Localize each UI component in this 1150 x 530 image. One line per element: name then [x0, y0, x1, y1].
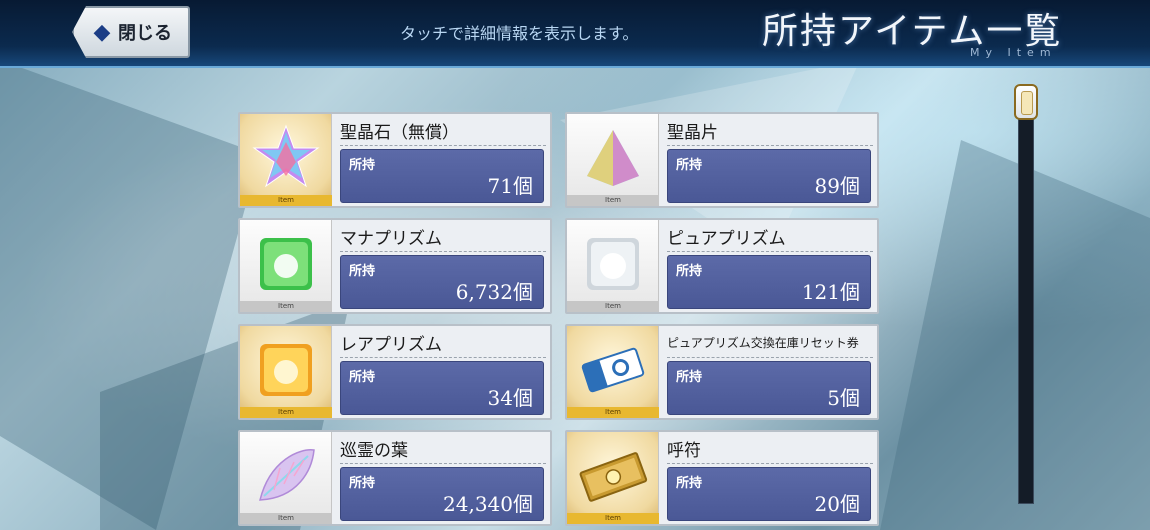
item-thumbnail: Item	[567, 432, 659, 524]
item-tag: Item	[240, 513, 332, 524]
item-name: 巡霊の葉	[340, 441, 408, 461]
scrollbar-track[interactable]	[1018, 90, 1034, 504]
count-label: 所持	[349, 476, 376, 491]
count-box: 所持 24,340個	[340, 467, 544, 521]
item-card[interactable]: Item ピュアプリズム 所持 121個	[565, 218, 879, 314]
header-bar: ◆ 閉じる タッチで詳細情報を表示します。 所持アイテム一覧 My Item	[0, 0, 1150, 68]
item-name: ピュアプリズム交換在庫リセット券	[667, 336, 859, 350]
close-button[interactable]: ◆ 閉じる	[72, 6, 190, 58]
item-tag: Item	[240, 195, 332, 206]
item-thumbnail: Item	[567, 114, 659, 206]
spirit-leaf-icon	[259, 449, 315, 501]
count-value: 20個	[814, 492, 860, 516]
count-label: 所持	[676, 370, 703, 385]
item-name: 聖晶石（無償）	[340, 123, 459, 143]
count-box: 所持 34個	[340, 361, 544, 415]
item-name: マナプリズム	[340, 229, 442, 249]
divider	[340, 463, 546, 464]
count-label: 所持	[676, 158, 703, 173]
count-value: 24,340個	[443, 492, 533, 516]
count-label: 所持	[349, 158, 376, 173]
hint-text: タッチで詳細情報を表示します。	[400, 24, 639, 43]
count-box: 所持 6,732個	[340, 255, 544, 309]
count-label: 所持	[349, 264, 376, 279]
divider	[340, 145, 546, 146]
count-value: 34個	[487, 386, 533, 410]
count-value: 6,732個	[455, 280, 533, 304]
divider	[667, 357, 873, 358]
divider	[667, 251, 873, 252]
count-value: 89個	[814, 174, 860, 198]
background-shard	[880, 140, 1150, 530]
scrollbar-thumb[interactable]	[1014, 84, 1038, 120]
item-thumbnail: Item	[240, 220, 332, 312]
item-tag: Item	[567, 195, 659, 206]
item-card[interactable]: Item ピュアプリズム交換在庫リセット券 所持 5個	[565, 324, 879, 420]
item-thumbnail: Item	[240, 114, 332, 206]
item-tag: Item	[567, 301, 659, 312]
divider	[667, 463, 873, 464]
count-box: 所持 20個	[667, 467, 871, 521]
item-thumbnail: Item	[240, 432, 332, 524]
item-thumbnail: Item	[240, 326, 332, 418]
count-box: 所持 71個	[340, 149, 544, 203]
item-thumbnail: Item	[567, 220, 659, 312]
quartz-fragment-icon	[587, 130, 639, 186]
diamond-arrow-icon: ◆	[93, 19, 111, 45]
item-name: 聖晶片	[667, 123, 718, 143]
count-box: 所持 5個	[667, 361, 871, 415]
item-tag: Item	[240, 301, 332, 312]
summon-ticket-icon	[579, 452, 648, 502]
count-value: 71個	[487, 174, 533, 198]
count-value: 121個	[801, 280, 860, 304]
item-tag: Item	[240, 407, 332, 418]
count-box: 所持 121個	[667, 255, 871, 309]
divider	[340, 251, 546, 252]
count-label: 所持	[349, 370, 376, 385]
reset-ticket-icon	[581, 347, 645, 393]
item-name: レアプリズム	[340, 335, 442, 355]
item-card[interactable]: Item 聖晶片 所持 89個	[565, 112, 879, 208]
item-card[interactable]: Item 巡霊の葉 所持 24,340個	[238, 430, 552, 526]
item-card[interactable]: Item 呼符 所持 20個	[565, 430, 879, 526]
item-name: ピュアプリズム	[667, 229, 786, 249]
pure-prism-icon	[587, 238, 639, 290]
count-label: 所持	[676, 476, 703, 491]
page-subtitle: My Item	[970, 46, 1057, 59]
item-thumbnail: Item	[567, 326, 659, 418]
item-card[interactable]: Item レアプリズム 所持 34個	[238, 324, 552, 420]
count-box: 所持 89個	[667, 149, 871, 203]
item-card[interactable]: Item 聖晶石（無償） 所持 71個	[238, 112, 552, 208]
item-tag: Item	[567, 407, 659, 418]
count-label: 所持	[676, 264, 703, 279]
saint-quartz-icon	[252, 124, 320, 188]
close-label: 閉じる	[118, 23, 172, 44]
rare-prism-icon	[260, 344, 312, 396]
item-card[interactable]: Item マナプリズム 所持 6,732個	[238, 218, 552, 314]
item-tag: Item	[567, 513, 659, 524]
divider	[667, 145, 873, 146]
count-value: 5個	[827, 386, 860, 410]
mana-prism-icon	[260, 238, 312, 290]
item-name: 呼符	[667, 441, 701, 461]
divider	[340, 357, 546, 358]
